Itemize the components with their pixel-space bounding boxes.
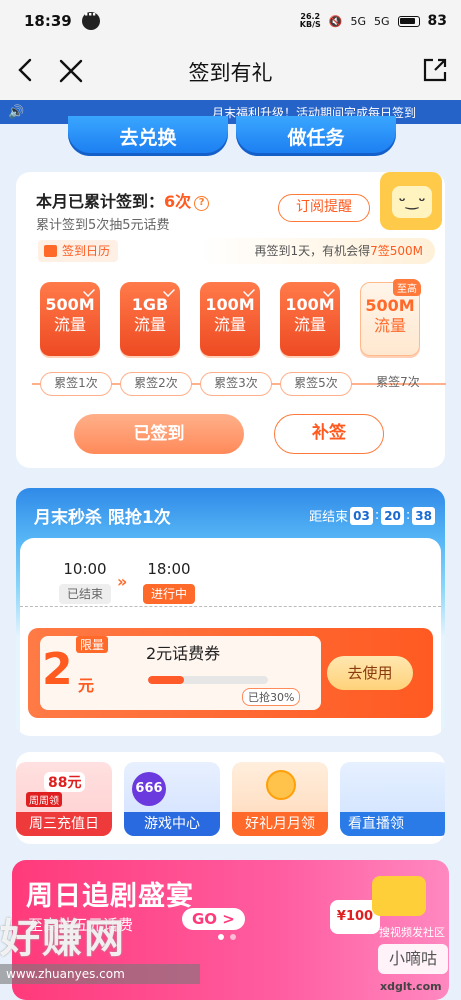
- status-time: 18:39: [24, 12, 72, 30]
- coin-icon: [266, 770, 296, 800]
- speaker-icon: 🔊: [8, 104, 25, 120]
- coupon-unit: 元: [78, 676, 95, 695]
- badge-88: 88元: [44, 772, 86, 792]
- reward-item: 100M 流量: [280, 282, 340, 356]
- battery-icon: [397, 15, 420, 27]
- top-actions: 去兑换 做任务: [0, 116, 461, 164]
- checkin-header: 本月已累计签到：6次?: [36, 188, 210, 212]
- watermark: 好赚网 www.zhuanyes.com: [0, 906, 200, 984]
- day-marker: 累签5次: [280, 372, 352, 396]
- coupon-card: 限量 2 元 2元话费券 已抢30% 去使用: [28, 628, 433, 718]
- coupon-name: 2元话费券: [146, 644, 221, 663]
- time-slot-active[interactable]: 18:00 进行中: [132, 560, 206, 604]
- checkin-card: 本月已累计签到：6次? 累计签到5次抽5元话费 订阅提醒 ᵕ‿ᵕ 签到日历 再签…: [16, 172, 446, 468]
- grab-progress-label: 已抢30%: [242, 688, 301, 706]
- tile-game-center[interactable]: 666 游戏中心: [124, 762, 220, 836]
- flash-sale-title: 月末秒杀 限抢1次: [34, 508, 171, 528]
- signal-5g-2: 5G: [373, 14, 390, 28]
- limit-badge: 限量: [76, 636, 109, 653]
- status-right: 26.2 KB/S 🔇 5G 5G 83: [299, 12, 447, 30]
- shortcut-grid: 88元 周周领 周三充值日 666 游戏中心 好礼月月领 看直播领: [16, 752, 445, 844]
- battery-level: 83: [427, 13, 447, 29]
- day-marker: 累签3次: [200, 372, 272, 396]
- day-marker: 累签1次: [40, 372, 112, 396]
- checkin-progress-track: 累签1次 累签2次 累签3次 累签5次 累签7次: [32, 372, 446, 396]
- signal-5g-1: 5G: [350, 14, 366, 28]
- calendar-button[interactable]: 签到日历: [38, 240, 119, 262]
- carousel-dots: [218, 934, 236, 940]
- share-icon[interactable]: [421, 56, 449, 84]
- mute-icon: 🔇: [328, 14, 343, 28]
- reward-item-locked: 至高 500M 流量: [360, 279, 421, 356]
- checked-in-button[interactable]: 已签到: [74, 414, 244, 454]
- checkin-tip: 再签到1天，有机会得7签500M: [199, 238, 435, 264]
- tile-live[interactable]: 看直播领: [340, 762, 445, 836]
- grab-progress-bar: [148, 676, 268, 684]
- page-title: 签到有礼: [188, 61, 273, 85]
- reward-item: 1GB 流量: [120, 282, 180, 356]
- use-coupon-button[interactable]: 去使用: [327, 656, 413, 690]
- flash-sale-card: 月末秒杀 限抢1次 距结束 03: 20: 38 10:00 已结束 » 18:…: [16, 488, 445, 736]
- badge-666: 666: [132, 772, 166, 806]
- nav-bar: 签到有礼: [0, 42, 461, 100]
- double-chevron-icon: »: [117, 572, 128, 591]
- day-marker: 累签2次: [120, 372, 192, 396]
- subscribe-button[interactable]: 订阅提醒: [278, 194, 370, 222]
- flash-sale-body: 10:00 已结束 » 18:00 进行中 限量 2 元 2元话费券 已抢30%…: [20, 538, 441, 736]
- tv-mascot-icon: [372, 876, 426, 916]
- day-marker: 累签7次: [376, 375, 420, 389]
- more-dots-icon: [81, 8, 100, 30]
- help-icon[interactable]: ?: [194, 196, 210, 211]
- time-slot[interactable]: 10:00 已结束: [48, 560, 122, 604]
- reward-list: 500M 流量 1GB 流量 100M 流量 100M 流量 至高 500M 流量: [40, 279, 440, 356]
- banner-tag: 搜视频发社区: [379, 926, 445, 939]
- tile-monthly-gift[interactable]: 好礼月月领: [232, 762, 328, 836]
- coupon-value: 2: [42, 644, 73, 695]
- makeup-checkin-button[interactable]: 补签: [274, 414, 384, 454]
- status-bar: 18:39 26.2 KB/S 🔇 5G 5G 83: [0, 0, 461, 42]
- tile-wednesday-recharge[interactable]: 88元 周周领 周三充值日: [16, 762, 112, 836]
- watermark-3: xdglt.com: [380, 980, 442, 993]
- exchange-button[interactable]: 去兑换: [68, 116, 228, 156]
- reward-item: 500M 流量: [40, 282, 100, 356]
- watermark-2: 小嘀咕: [378, 944, 448, 974]
- network-speed: 26.2 KB/S: [299, 12, 321, 29]
- mascot-icon: ᵕ‿ᵕ: [380, 172, 442, 230]
- divider: [20, 606, 441, 607]
- checkin-subtitle: 累计签到5次抽5元话费: [36, 218, 170, 233]
- checkin-count: 6次: [164, 192, 192, 211]
- countdown: 距结束 03: 20: 38: [309, 506, 435, 525]
- tasks-button[interactable]: 做任务: [236, 116, 396, 156]
- reward-item: 100M 流量: [200, 282, 260, 356]
